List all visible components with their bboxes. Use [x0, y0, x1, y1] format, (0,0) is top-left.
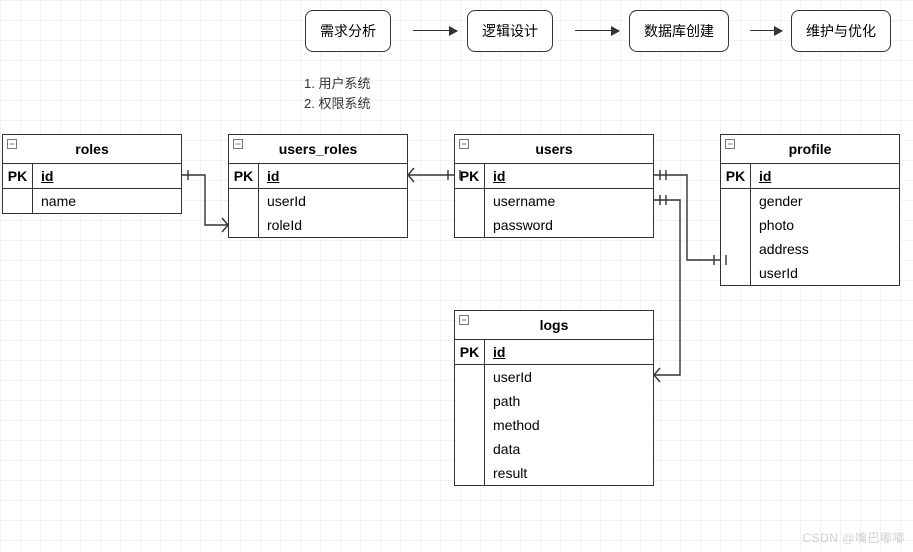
- collapse-icon: −: [233, 139, 243, 149]
- pk-col: id: [259, 164, 407, 189]
- col: method: [485, 413, 653, 437]
- col: data: [485, 437, 653, 461]
- pk-label: PK: [455, 164, 485, 189]
- entity-users-roles: − users_roles PKid userId roleId: [228, 134, 408, 238]
- flow-node-maintenance: 维护与优化: [791, 10, 891, 52]
- col: address: [751, 237, 899, 261]
- col: userId: [751, 261, 899, 285]
- pk-label: PK: [229, 164, 259, 189]
- flow-label: 逻辑设计: [482, 23, 538, 39]
- col: userId: [259, 189, 407, 213]
- col: result: [485, 461, 653, 485]
- pk-col: id: [751, 164, 899, 189]
- entity-title-text: roles: [75, 141, 108, 157]
- col: roleId: [259, 213, 407, 237]
- flow-arrow-2: [575, 30, 619, 31]
- watermark: CSDN @嘴巴嘟嘟: [802, 529, 905, 546]
- col: userId: [485, 365, 653, 389]
- col: path: [485, 389, 653, 413]
- flow-node-requirements: 需求分析: [305, 10, 391, 52]
- note-item: 2. 权限系统: [304, 94, 370, 114]
- col: name: [33, 189, 181, 213]
- entity-profile: − profile PKid gender photo address userI…: [720, 134, 900, 286]
- pk-label: PK: [3, 164, 33, 189]
- pk-label: PK: [721, 164, 751, 189]
- flow-node-logical-design: 逻辑设计: [467, 10, 553, 52]
- col: gender: [751, 189, 899, 213]
- entity-roles: − roles PKid name: [2, 134, 182, 214]
- flow-label: 数据库创建: [644, 23, 714, 39]
- collapse-icon: −: [725, 139, 735, 149]
- entity-title-text: logs: [540, 317, 569, 333]
- col: photo: [751, 213, 899, 237]
- collapse-icon: −: [7, 139, 17, 149]
- note-item: 1. 用户系统: [304, 74, 370, 94]
- flow-label: 维护与优化: [806, 23, 876, 39]
- collapse-icon: −: [459, 315, 469, 325]
- notes-list: 1. 用户系统 2. 权限系统: [304, 74, 370, 113]
- entity-title-text: profile: [789, 141, 832, 157]
- entity-title-text: users_roles: [279, 141, 358, 157]
- flow-arrow-1: [413, 30, 457, 31]
- flow-arrow-3: [750, 30, 782, 31]
- entity-users: − users PKid username password: [454, 134, 654, 238]
- pk-label: PK: [455, 340, 485, 365]
- entity-logs: − logs PKid userId path method data resul…: [454, 310, 654, 486]
- flow-node-db-create: 数据库创建: [629, 10, 729, 52]
- col: username: [485, 189, 653, 213]
- pk-col: id: [485, 164, 653, 189]
- pk-col: id: [33, 164, 181, 189]
- pk-col: id: [485, 340, 653, 365]
- col: password: [485, 213, 653, 237]
- entity-title-text: users: [535, 141, 572, 157]
- collapse-icon: −: [459, 139, 469, 149]
- flow-label: 需求分析: [320, 23, 376, 39]
